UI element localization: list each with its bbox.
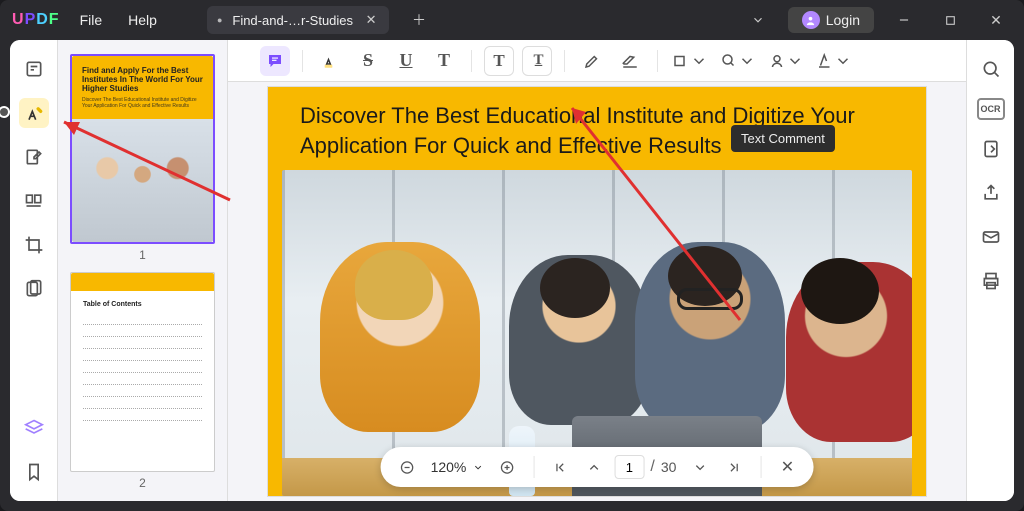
last-page-button[interactable] [720, 453, 748, 481]
zoom-in-button[interactable] [493, 453, 521, 481]
tab-close-icon[interactable]: ✕ [363, 12, 379, 28]
print-icon[interactable] [976, 266, 1006, 296]
login-button[interactable]: Login [788, 7, 874, 33]
stamp-tool-icon[interactable] [718, 46, 758, 76]
tab-dropdown-icon[interactable] [742, 4, 774, 36]
window-maximize-button[interactable] [934, 4, 966, 36]
prev-page-button[interactable] [580, 453, 608, 481]
app-window: UPDF File Help ● Find-and-…r-Studies ✕ ＋… [0, 0, 1024, 511]
comment-tool-icon[interactable] [19, 98, 49, 128]
menu-file[interactable]: File [74, 8, 109, 32]
highlight-tool-icon[interactable] [315, 46, 345, 76]
first-page-button[interactable] [546, 453, 574, 481]
text-box-tool-icon[interactable]: T̲ [522, 46, 552, 76]
crop-icon[interactable] [19, 230, 49, 260]
document-tab[interactable]: ● Find-and-…r-Studies ✕ [207, 6, 389, 34]
shapes-tool-icon[interactable] [670, 46, 710, 76]
underline-tool-icon[interactable]: U [391, 46, 421, 76]
titlebar: UPDF File Help ● Find-and-…r-Studies ✕ ＋… [0, 0, 1024, 40]
page-number-input[interactable] [614, 455, 644, 479]
close-pager-button[interactable]: ✕ [773, 453, 801, 481]
next-page-button[interactable] [686, 453, 714, 481]
thumbnail-panel: Find and Apply For the Best Institutes I… [58, 40, 228, 501]
sidebar-left [10, 40, 58, 501]
note-tool-icon[interactable] [260, 46, 290, 76]
tab-title: Find-and-…r-Studies [232, 13, 353, 28]
thumb2-toc-title: Table of Contents [83, 301, 202, 308]
thumb1-photo [72, 119, 213, 242]
pencil-tool-icon[interactable] [577, 46, 607, 76]
zoom-value: 120% [431, 459, 467, 475]
thumb2-label: 2 [70, 476, 215, 490]
layers-icon[interactable] [19, 413, 49, 443]
page-total: 30 [661, 459, 681, 475]
thumbnail-page-1[interactable]: Find and Apply For the Best Institutes I… [70, 54, 215, 244]
share-icon[interactable] [976, 178, 1006, 208]
tools-icon[interactable] [19, 274, 49, 304]
tooltip-text-comment: Text Comment [731, 125, 835, 152]
avatar-icon [802, 11, 820, 29]
app-body: Find and Apply For the Best Institutes I… [10, 40, 1014, 501]
ocr-icon[interactable]: OCR [977, 98, 1005, 120]
zoom-dropdown[interactable]: 120% [427, 459, 488, 475]
bookmark-icon[interactable] [19, 457, 49, 487]
text-comment-tool-icon[interactable]: T [484, 46, 514, 76]
page-viewport[interactable]: Discover The Best Educational Institute … [228, 82, 966, 501]
email-icon[interactable] [976, 222, 1006, 252]
eraser-tool-icon[interactable] [615, 46, 645, 76]
signature-tool-icon[interactable] [814, 46, 854, 76]
thumbnail-page-2[interactable]: Table of Contents [70, 272, 215, 472]
window-close-button[interactable]: ✕ [980, 4, 1012, 36]
thumb1-title: Find and Apply For the Best Institutes I… [82, 66, 203, 93]
export-icon[interactable] [976, 134, 1006, 164]
app-logo: UPDF [12, 11, 60, 29]
new-tab-button[interactable]: ＋ [403, 4, 435, 36]
reader-mode-icon[interactable] [19, 54, 49, 84]
squiggly-tool-icon[interactable]: T [429, 46, 459, 76]
edit-pdf-icon[interactable] [19, 142, 49, 172]
sidebar-right: OCR [966, 40, 1014, 501]
window-minimize-button[interactable] [888, 4, 920, 36]
thumb1-label: 1 [70, 248, 215, 262]
main-area: S U T T T̲ [228, 40, 966, 501]
sticker-tool-icon[interactable] [766, 46, 806, 76]
organize-pages-icon[interactable] [19, 186, 49, 216]
annotation-dot [0, 108, 8, 116]
zoom-out-button[interactable] [393, 453, 421, 481]
strikethrough-tool-icon[interactable]: S [353, 46, 383, 76]
menu-help[interactable]: Help [122, 8, 163, 32]
tab-indicator-icon: ● [217, 15, 222, 25]
annotation-toolbar: S U T T T̲ [228, 40, 966, 82]
page-controls: 120% / 30 [381, 447, 814, 487]
search-icon[interactable] [976, 54, 1006, 84]
login-label: Login [826, 12, 860, 28]
thumb1-subtitle: Discover The Best Educational Institute … [82, 97, 203, 109]
